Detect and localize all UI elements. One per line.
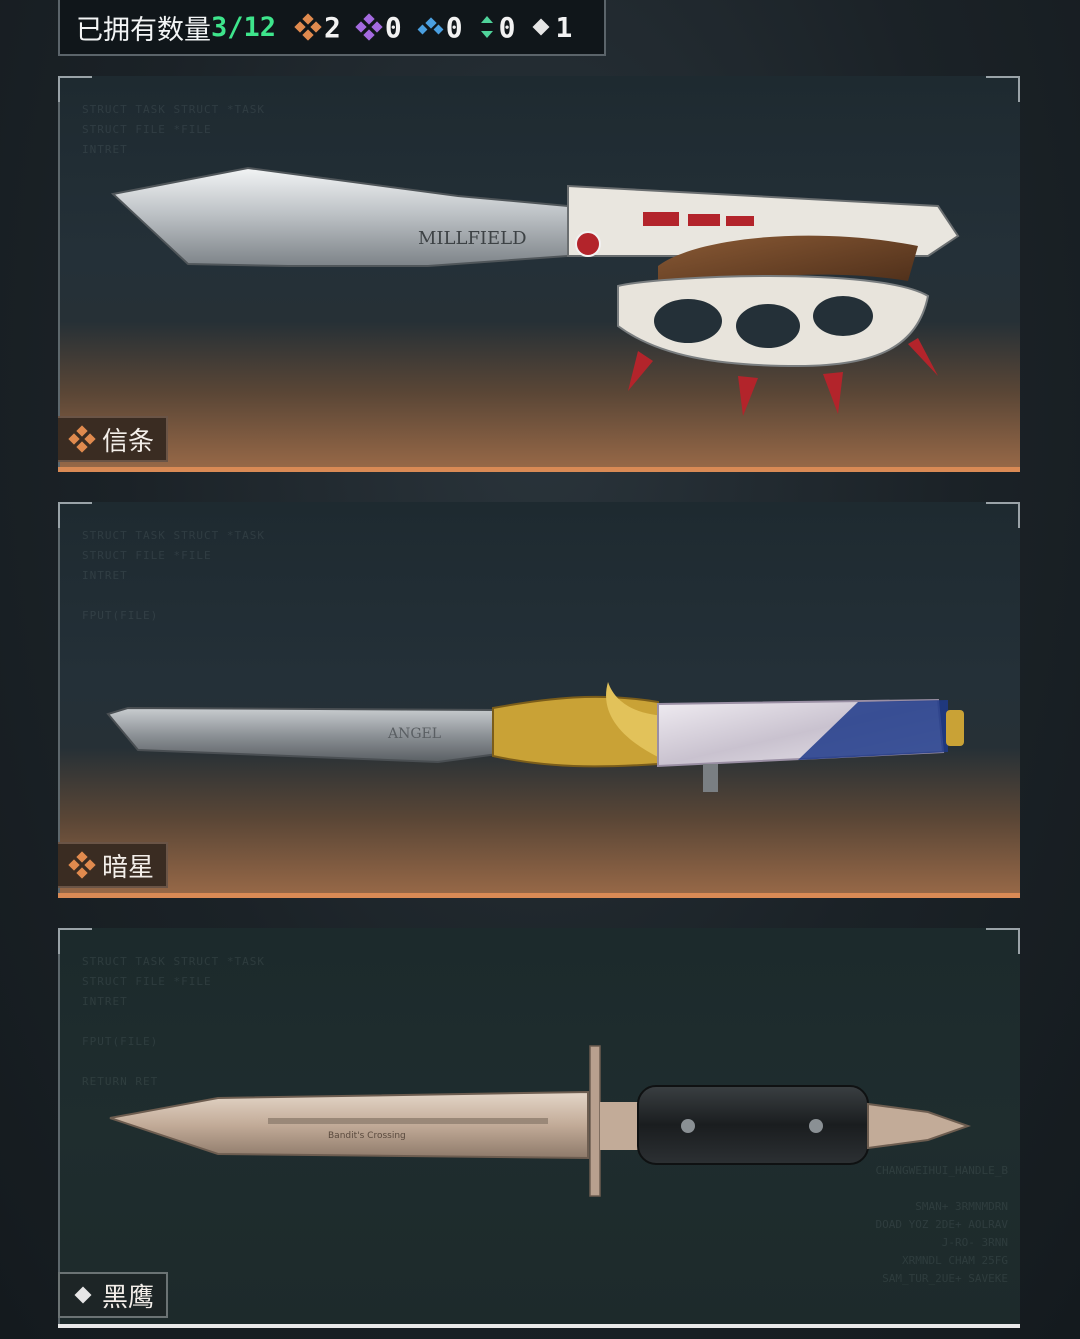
weapon-card-3[interactable]: STRUCT TASK STRUCT *TASK STRUCT FILE *FIL… bbox=[58, 928, 1020, 1328]
rarity-purple-value: 0 bbox=[384, 10, 402, 44]
weapon-name: 黑鹰 bbox=[102, 1282, 155, 1313]
eagle-dagger-icon: ANGEL bbox=[106, 682, 964, 792]
green-chevron-pair-icon bbox=[480, 16, 493, 38]
orange-diamond-cluster-icon bbox=[68, 851, 96, 879]
weapon-card-2[interactable]: STRUCT TASK STRUCT *TASK STRUCT FILE *FIL… bbox=[58, 502, 1020, 898]
weapon-name-tag: 信条 bbox=[58, 416, 169, 462]
rarity-orange-value: 2 bbox=[324, 10, 341, 44]
orange-diamond-cluster-icon bbox=[294, 13, 322, 41]
white-diamond-icon bbox=[532, 18, 550, 36]
weapon-name: 暗星 bbox=[102, 852, 155, 883]
orange-diamond-cluster-icon bbox=[68, 425, 96, 453]
weapon-card-1[interactable]: STRUCT TASK STRUCT *TASK STRUCT FILE *FIL… bbox=[58, 76, 1020, 472]
purple-diamond-cluster-icon bbox=[355, 13, 383, 41]
white-diamond-icon bbox=[74, 1286, 92, 1304]
blade-engraving: ANGEL bbox=[387, 726, 441, 742]
blade-engraving: MILLFIELD bbox=[418, 228, 527, 249]
rarity-white-value: 1 bbox=[555, 10, 573, 44]
rarity-green-count: 0 bbox=[477, 10, 516, 44]
weapon-name: 信条 bbox=[102, 426, 155, 457]
weapon-name-tag: 暗星 bbox=[58, 842, 169, 888]
rarity-purple-count: 0 bbox=[355, 11, 402, 44]
rarity-green-value: 0 bbox=[498, 10, 516, 44]
blade-engraving: Bandit's Crossing bbox=[328, 1131, 406, 1141]
owned-count-bar: 已拥有数量 3/12 2 0 0 0 1 bbox=[58, 0, 606, 56]
rarity-blue-value: 0 bbox=[445, 10, 463, 44]
weapon-name-tag: 黑鹰 bbox=[58, 1272, 169, 1318]
bayonet-icon: Bandit's Crossing bbox=[109, 1045, 972, 1197]
rarity-blue-count: 0 bbox=[416, 11, 463, 44]
blue-diamond-pair-icon bbox=[417, 17, 444, 35]
knuckle-knife-icon: MILLFIELD bbox=[110, 166, 960, 416]
owned-count: 3/12 bbox=[211, 11, 277, 43]
owned-label: 已拥有数量 bbox=[76, 14, 211, 46]
rarity-orange-count: 2 bbox=[294, 11, 341, 44]
rarity-white-count: 1 bbox=[529, 11, 572, 44]
